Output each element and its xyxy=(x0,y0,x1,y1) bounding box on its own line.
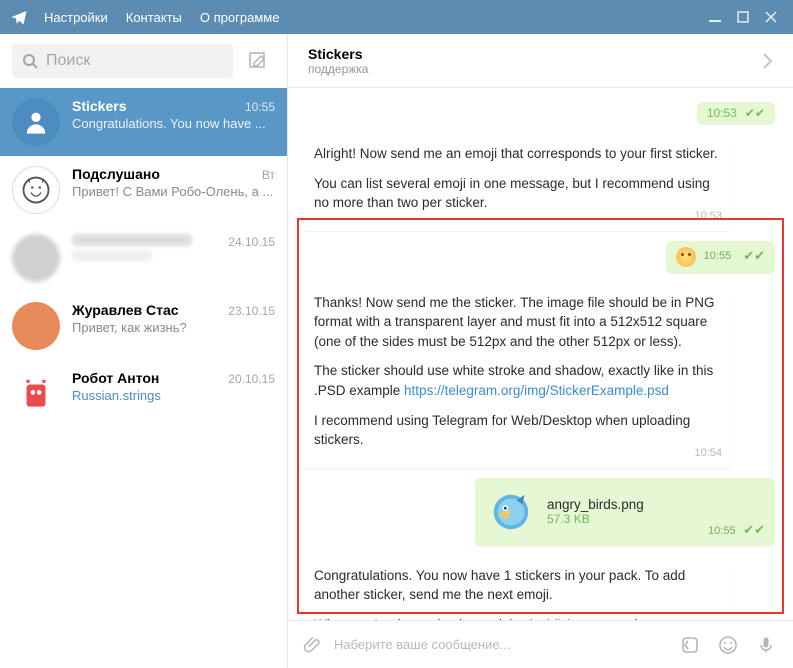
chat-time: 24.10.15 xyxy=(228,235,275,249)
message-time: 10:55 ✔✔ xyxy=(708,522,765,538)
chat-item[interactable]: Журавлев Стас 23.10.15 Привет, как жизнь? xyxy=(0,292,287,360)
chat-item[interactable]: Робот Антон 20.10.15 Russian.strings xyxy=(0,360,287,428)
chat-header: Stickers поддержка xyxy=(288,34,793,88)
link[interactable]: https://telegram.org/img/StickerExample.… xyxy=(404,383,669,398)
chat-name: Подслушано xyxy=(72,166,160,182)
maximize-icon[interactable] xyxy=(729,5,757,29)
avatar xyxy=(12,302,60,350)
message-time: 10:55 xyxy=(704,249,732,265)
read-checks-icon: ✔✔ xyxy=(740,522,765,537)
message-text: Thanks! Now send me the sticker. The ima… xyxy=(314,293,720,352)
read-checks-icon: ✔✔ xyxy=(745,106,765,120)
avatar xyxy=(12,234,60,282)
menu-about[interactable]: О программе xyxy=(200,10,280,25)
chat-name xyxy=(72,234,192,246)
chat-preview xyxy=(72,251,152,261)
emoji-icon xyxy=(676,247,696,267)
chat-preview: Привет! С Вами Робо-Олень, а ... xyxy=(72,184,275,199)
chat-name: Журавлев Стас xyxy=(72,302,179,318)
message-input[interactable]: Наберите ваше сообщение... xyxy=(334,637,665,652)
close-icon[interactable] xyxy=(757,5,785,29)
search-icon xyxy=(22,53,38,69)
message-in: Thanks! Now send me the sticker. The ima… xyxy=(302,283,732,468)
avatar xyxy=(12,166,60,214)
file-size: 57.3 KB xyxy=(547,512,644,526)
titlebar: Настройки Контакты О программе xyxy=(0,0,793,34)
chat-preview: Russian.strings xyxy=(72,388,275,403)
message-in: Congratulations. You now have 1 stickers… xyxy=(302,556,732,620)
compose-button[interactable] xyxy=(241,44,275,78)
menu-settings[interactable]: Настройки xyxy=(44,10,108,25)
chat-item[interactable]: 24.10.15 xyxy=(0,224,287,292)
search-input[interactable]: Поиск xyxy=(12,44,233,78)
read-checks-icon: ✔✔ xyxy=(743,247,765,266)
chat-pane: Stickers поддержка 10:53 ✔✔ Alright! Now… xyxy=(288,34,793,668)
chat-title: Stickers xyxy=(308,46,761,62)
message-text: Congratulations. You now have 1 stickers… xyxy=(314,566,720,605)
app-logo-icon xyxy=(8,6,30,28)
avatar xyxy=(12,370,60,418)
attach-icon[interactable] xyxy=(302,635,322,655)
file-name: angry_birds.png xyxy=(547,497,644,512)
minimize-icon[interactable] xyxy=(701,5,729,29)
chat-time: 23.10.15 xyxy=(228,304,275,318)
command-icon[interactable] xyxy=(677,635,703,655)
message-text: The sticker should use white stroke and … xyxy=(314,361,720,400)
message-time: 10:53 xyxy=(707,106,737,120)
menu-contacts[interactable]: Контакты xyxy=(126,10,182,25)
avatar xyxy=(12,98,60,146)
chat-subtitle: поддержка xyxy=(308,62,761,76)
input-bar: Наберите ваше сообщение... xyxy=(288,620,793,668)
messages-area[interactable]: 10:53 ✔✔ Alright! Now send me an emoji t… xyxy=(288,88,793,620)
chat-name: Stickers xyxy=(72,98,126,114)
message-in: Alright! Now send me an emoji that corre… xyxy=(302,134,732,231)
message-text: You can list several emoji in one messag… xyxy=(314,174,720,213)
message-text: When you're done, simply send the /publi… xyxy=(314,615,720,620)
chat-preview: Congratulations. You now have ... xyxy=(72,116,275,131)
chat-item-stickers[interactable]: Stickers 10:55 Congratulations. You now h… xyxy=(0,88,287,156)
message-text: Alright! Now send me an emoji that corre… xyxy=(314,144,720,164)
chevron-right-icon[interactable] xyxy=(761,52,773,70)
sidebar: Поиск Stickers 10:55 Congratulations. You… xyxy=(0,34,288,668)
file-thumbnail-icon xyxy=(487,488,535,536)
chat-time: 10:55 xyxy=(245,100,275,114)
message-out: 10:55 ✔✔ xyxy=(666,241,775,273)
message-time: 10:53 xyxy=(694,209,722,225)
mic-icon[interactable] xyxy=(753,635,779,655)
chat-name: Робот Антон xyxy=(72,370,159,386)
message-time: 10:54 xyxy=(694,446,722,462)
emoji-icon[interactable] xyxy=(715,635,741,655)
chat-time: 20.10.15 xyxy=(228,372,275,386)
chat-time: Вт xyxy=(262,168,275,182)
search-placeholder: Поиск xyxy=(46,52,90,70)
message-out-file[interactable]: angry_birds.png 57.3 KB 10:55 ✔✔ xyxy=(475,478,775,546)
link[interactable]: /publish xyxy=(528,617,575,620)
message-stub-out: 10:53 ✔✔ xyxy=(697,102,775,124)
chat-preview: Привет, как жизнь? xyxy=(72,320,275,335)
message-text: I recommend using Telegram for Web/Deskt… xyxy=(314,411,720,450)
chat-item[interactable]: Подслушано Вт Привет! С Вами Робо-Олень, … xyxy=(0,156,287,224)
